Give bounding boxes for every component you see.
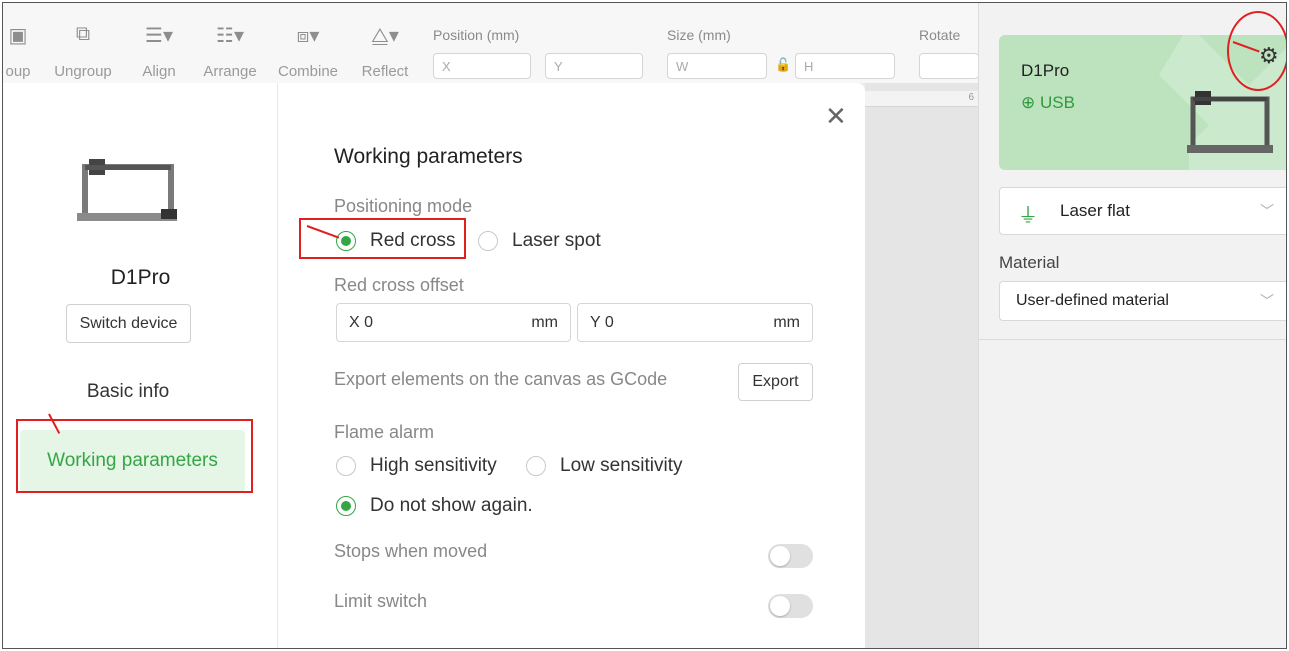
align-button[interactable]: ☰▾ Align — [131, 23, 187, 80]
reflect-button[interactable]: ⧋▾ Reflect — [357, 23, 413, 80]
annotation-box — [16, 419, 253, 493]
arrange-button[interactable]: ☷▾ Arrange — [199, 23, 261, 80]
page-title: Working parameters — [334, 145, 523, 168]
limit-switch-toggle[interactable] — [768, 594, 813, 618]
material-select[interactable]: User-defined material ﹀ — [999, 281, 1286, 321]
sidebar-item-basic-info[interactable]: Basic info — [3, 381, 253, 403]
offset-y-input[interactable]: Y 0 mm — [577, 303, 813, 342]
gear-icon[interactable]: ⚙ — [1259, 43, 1279, 69]
working-parameters-panel: Working parameters Positioning mode Red … — [334, 83, 814, 648]
connection-status: ⊕ USB — [1021, 93, 1075, 112]
dialog-sidebar: D1Pro Switch device Basic info Working p… — [3, 83, 278, 648]
mode-select[interactable]: ⏚ Laser flat ﹀ — [999, 187, 1286, 235]
position-y-input[interactable]: Y — [545, 53, 643, 79]
group-icon: ▣ — [8, 25, 28, 47]
switch-device-button[interactable]: Switch device — [66, 304, 191, 343]
limit-switch-label: Limit switch — [334, 591, 428, 611]
align-icon: ☰▾ — [145, 25, 173, 47]
canvas[interactable]: 6 — [865, 83, 978, 648]
radio-do-not-show[interactable]: Do not show again. — [336, 495, 533, 517]
radio-high-sensitivity[interactable]: High sensitivity — [336, 455, 497, 477]
device-settings-dialog: D1Pro Switch device Basic info Working p… — [3, 83, 865, 648]
material-label: Material — [999, 253, 1060, 272]
export-button[interactable]: Export — [738, 363, 813, 401]
flame-alarm-label: Flame alarm — [334, 422, 435, 442]
chevron-down-icon: ﹀ — [1260, 203, 1274, 219]
positioning-mode-label: Positioning mode — [334, 196, 473, 216]
rotate-label: Rotate — [919, 27, 961, 43]
chevron-down-icon: ﹀ — [1260, 293, 1274, 309]
radio-selected-icon — [336, 496, 356, 516]
combine-icon: ⧈▾ — [296, 25, 320, 47]
ruler: 6 — [865, 91, 978, 107]
toolbar: ▣ oup ⧉ Ungroup ☰▾ Align ☷▾ Arrange ⧈▾ C… — [3, 3, 979, 83]
device-name: D1Pro — [1021, 61, 1070, 80]
group-button[interactable]: ▣ oup — [3, 23, 33, 80]
device-image — [77, 159, 177, 221]
offset-x-input[interactable]: X 0 mm — [336, 303, 571, 342]
size-label: Size (mm) — [667, 27, 731, 43]
close-icon[interactable]: ✕ — [825, 101, 847, 132]
radio-low-sensitivity[interactable]: Low sensitivity — [526, 455, 683, 477]
app-window: ▣ oup ⧉ Ungroup ☰▾ Align ☷▾ Arrange ⧈▾ C… — [2, 2, 1287, 649]
radio-laser-spot[interactable]: Laser spot — [478, 230, 601, 252]
position-x-input[interactable]: X — [433, 53, 531, 79]
ungroup-icon: ⧉ — [75, 23, 91, 45]
radio-icon — [478, 231, 498, 251]
usb-icon: ⊕ — [1021, 93, 1040, 112]
stops-when-moved-toggle[interactable] — [768, 544, 813, 568]
device-image — [1187, 91, 1273, 153]
lock-icon[interactable]: 🔓 — [775, 57, 791, 73]
divider — [979, 339, 1286, 340]
size-h-input[interactable]: H — [795, 53, 895, 79]
combine-button[interactable]: ⧈▾ Combine — [275, 23, 341, 80]
ungroup-button[interactable]: ⧉ Ungroup — [51, 23, 115, 80]
reflect-icon: ⧋▾ — [371, 25, 399, 47]
arrange-icon: ☷▾ — [216, 25, 244, 47]
size-w-input[interactable]: W — [667, 53, 767, 79]
right-panel: D1Pro ⊕ USB ⏚ Laser flat ﹀ Material User… — [978, 3, 1286, 648]
device-name: D1Pro — [110, 266, 171, 289]
radio-icon — [526, 456, 546, 476]
radio-icon — [336, 456, 356, 476]
rotate-input[interactable] — [919, 53, 979, 79]
red-cross-offset-label: Red cross offset — [334, 275, 464, 295]
export-gcode-label: Export elements on the canvas as GCode — [334, 369, 668, 389]
laser-flat-icon: ⏚ — [1018, 205, 1038, 227]
annotation-box — [299, 218, 466, 259]
position-label: Position (mm) — [433, 27, 520, 43]
stops-when-moved-label: Stops when moved — [334, 541, 488, 561]
